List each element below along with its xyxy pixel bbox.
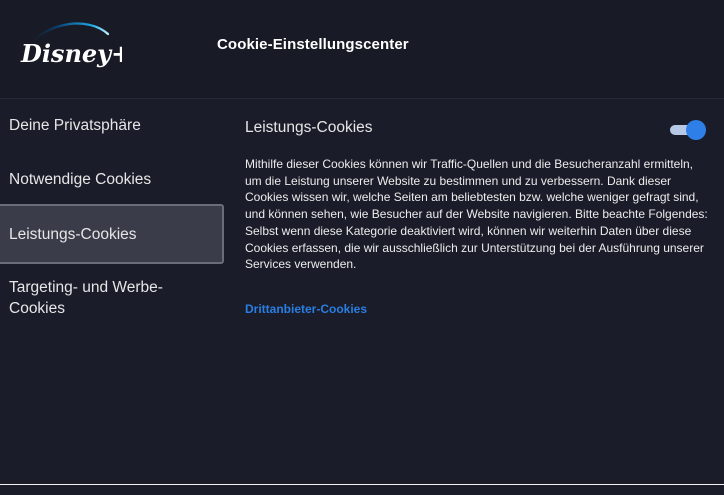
section-title: Leistungs-Cookies bbox=[245, 119, 373, 136]
sidebar-item-label: Targeting- und Werbe-Cookies bbox=[9, 279, 163, 317]
footer bbox=[0, 485, 724, 495]
logo-wordmark: Disney+ bbox=[20, 39, 122, 68]
sidebar-item-label: Leistungs-Cookies bbox=[9, 225, 137, 243]
header: Disney+ Cookie-Einstellungscenter bbox=[0, 0, 724, 99]
page-title: Cookie-Einstellungscenter bbox=[217, 36, 409, 53]
disney-plus-logo[interactable]: Disney+ bbox=[18, 16, 122, 78]
section-description: Mithilfe dieser Cookies können wir Traff… bbox=[245, 157, 708, 272]
sidebar-item-targeting-cookies[interactable]: Targeting- und Werbe-Cookies bbox=[0, 277, 190, 319]
third-party-cookies-link[interactable]: Drittanbieter-Cookies bbox=[245, 302, 367, 316]
sidebar-item-label: Notwendige Cookies bbox=[9, 171, 152, 188]
toggle-knob bbox=[686, 120, 706, 140]
sidebar-item-label: Deine Privatsphäre bbox=[9, 117, 141, 134]
performance-cookies-toggle[interactable] bbox=[670, 119, 708, 141]
sidebar-item-necessary-cookies[interactable]: Notwendige Cookies bbox=[0, 169, 224, 190]
sidebar-item-privacy[interactable]: Deine Privatsphäre bbox=[0, 115, 224, 136]
sidebar-item-performance-cookies[interactable]: Leistungs-Cookies bbox=[0, 204, 224, 264]
